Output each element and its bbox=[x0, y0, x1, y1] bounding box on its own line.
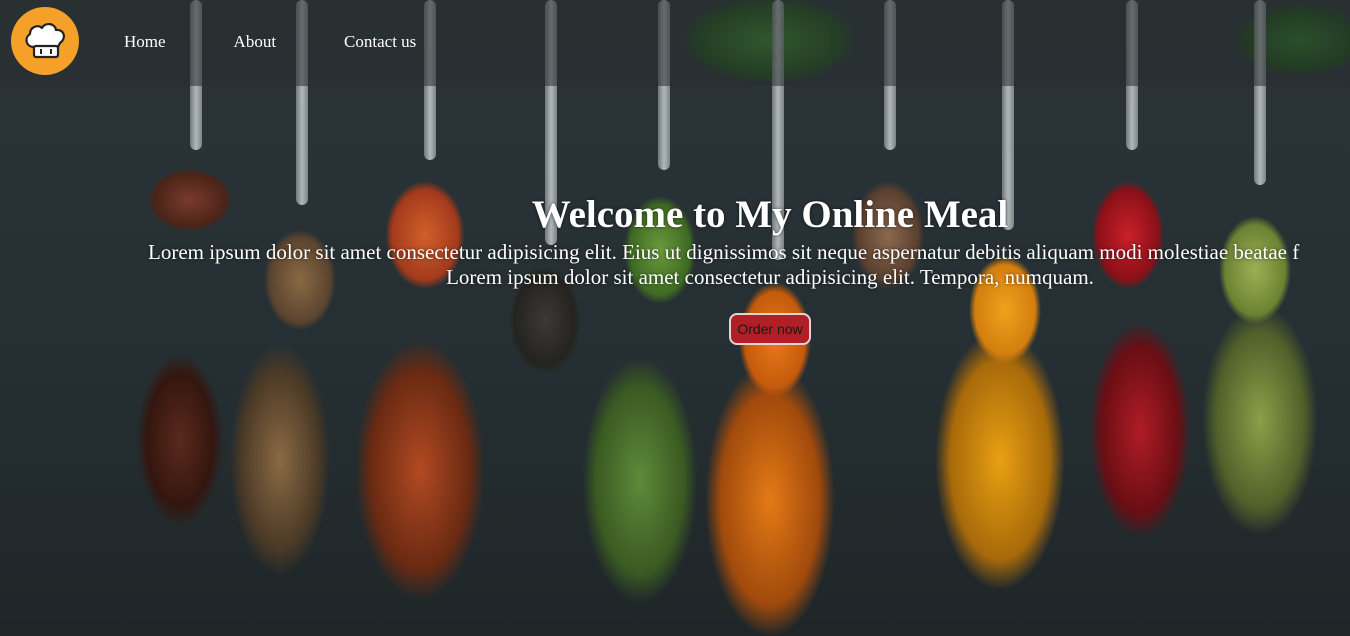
hero-background: Home About Contact us Welcome to My Onli… bbox=[0, 0, 1350, 636]
chef-hat-icon bbox=[25, 23, 66, 59]
nav-link-about[interactable]: About bbox=[234, 30, 277, 54]
hero-paragraph-line2: Lorem ipsum dolor sit amet consectetur a… bbox=[446, 265, 1094, 289]
logo[interactable] bbox=[11, 7, 79, 75]
nav-links: Home About Contact us bbox=[124, 30, 484, 54]
hero-content: Welcome to My Online Meal Lorem ipsum do… bbox=[0, 190, 1350, 289]
hero-title: Welcome to My Online Meal bbox=[531, 193, 1009, 236]
order-now-button[interactable]: Order now bbox=[729, 313, 811, 345]
nav-link-contact[interactable]: Contact us bbox=[344, 30, 416, 54]
nav-link-home[interactable]: Home bbox=[124, 30, 166, 54]
hero-paragraph-line1: Lorem ipsum dolor sit amet consectetur a… bbox=[148, 240, 1300, 264]
navbar: Home About Contact us bbox=[0, 0, 1350, 86]
